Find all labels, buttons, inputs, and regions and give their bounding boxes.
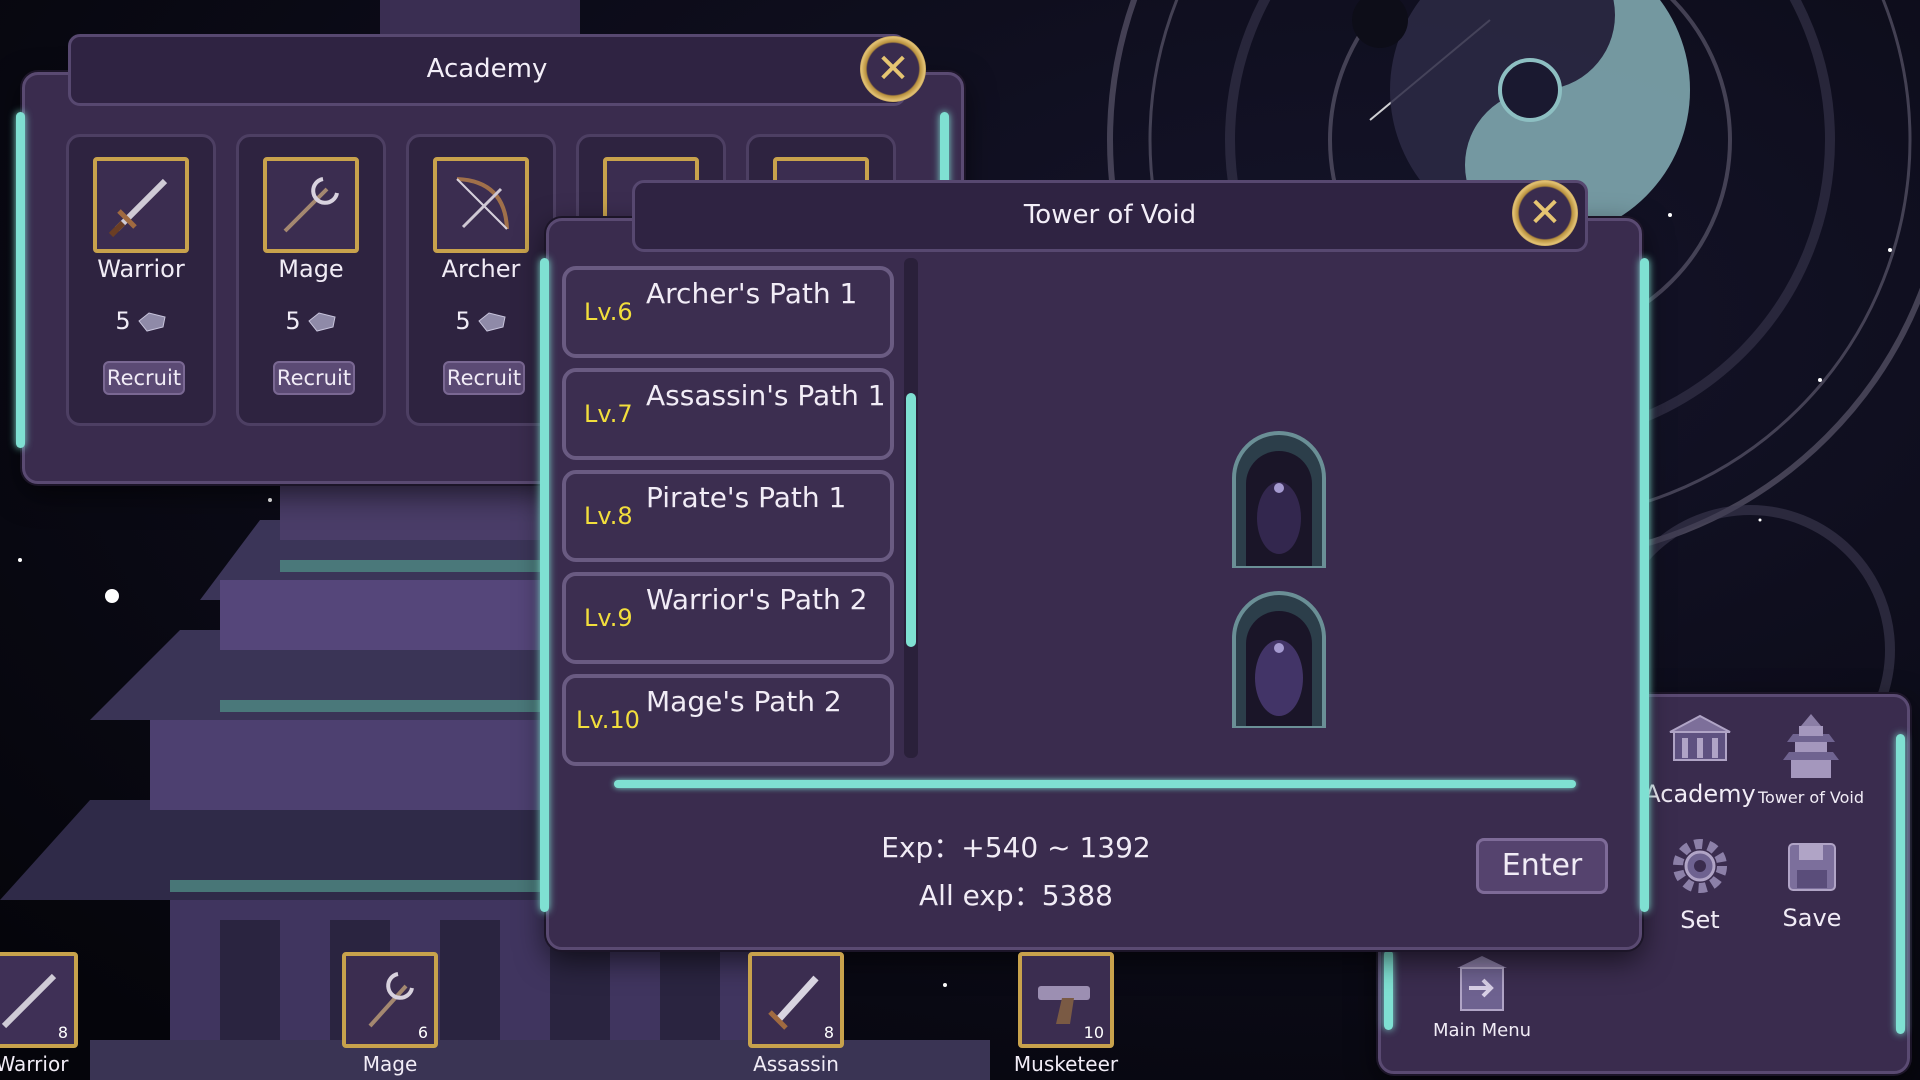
level-number: Lv.10 [576,706,640,734]
menu-item-save[interactable]: Save [1752,840,1872,932]
level-row-8[interactable]: Lv.8 Pirate's Path 1 [562,470,894,562]
class-name: Warrior [97,255,185,283]
academy-close-button[interactable]: ✕ [860,36,926,102]
tower-right-glow [1640,258,1649,912]
recruit-button[interactable]: Recruit [103,361,185,395]
unit-count: 10 [1083,1023,1104,1042]
class-cost: 5 [239,307,383,335]
exp-range: Exp：+540 ~ 1392 [881,831,1151,864]
tower-left-glow [540,258,549,912]
class-card-archer: Archer 5 Recruit [406,134,556,426]
tower-title: Tower of Void [632,180,1588,252]
menu-item-label: Save [1782,904,1842,932]
level-name: Mage's Path 2 [646,685,842,718]
tower-close-button[interactable]: ✕ [1512,180,1578,246]
class-portrait [433,157,529,253]
class-name: Mage [278,255,344,283]
academy-building-icon [1669,714,1731,761]
gear-icon [1673,839,1727,893]
void-portal-icon [1232,431,1326,568]
level-name: Archer's Path 1 [646,277,858,310]
party-label: Warrior [0,1052,69,1076]
level-list-scrollbar[interactable] [904,258,918,758]
recruit-button[interactable]: Recruit [273,361,355,395]
party-card-musketeer[interactable]: 10 [1018,952,1114,1048]
menu-item-label: Academy [1644,780,1756,808]
sword-icon [108,178,168,238]
level-number: Lv.8 [584,502,633,530]
party-label: Mage [362,1052,418,1076]
side-menu-right-glow [1896,734,1905,1034]
menu-item-tower-of-void[interactable]: Tower of Void [1756,712,1866,807]
level-name: Warrior's Path 2 [646,583,868,616]
level-row-10[interactable]: Lv.10 Mage's Path 2 [562,674,894,766]
menu-item-set[interactable]: Set [1640,834,1760,934]
level-name: Assassin's Path 1 [646,379,886,412]
level-number: Lv.7 [584,400,633,428]
level-row-6[interactable]: Lv.6 Archer's Path 1 [562,266,894,358]
class-portrait [263,157,359,253]
menu-item-academy[interactable]: Academy [1640,712,1760,808]
gem-currency-icon [307,312,336,332]
unit-count: 8 [823,1023,834,1042]
side-menu-left-glow [1384,950,1393,1030]
menu-item-label: Main Menu [1432,1020,1532,1041]
party-label: Musketeer [1013,1052,1119,1076]
unit-count: 6 [417,1023,428,1042]
party-card-assassin[interactable]: 8 [748,952,844,1048]
academy-title: Academy [68,34,906,106]
level-name: Pirate's Path 1 [646,481,847,514]
pagoda-icon [1783,714,1839,778]
void-portal-icon [1232,591,1326,728]
party-card-warrior-b[interactable]: 8 [0,952,78,1048]
class-cost: 5 [69,307,213,335]
level-row-9[interactable]: Lv.9 Warrior's Path 2 [562,572,894,664]
menu-item-main-menu[interactable]: Main Menu [1420,954,1544,1041]
panel-divider [614,780,1576,788]
unit-count: 8 [57,1023,68,1042]
level-row-7[interactable]: Lv.7 Assassin's Path 1 [562,368,894,460]
menu-item-label: Tower of Void [1757,788,1865,807]
class-portrait [93,157,189,253]
floppy-disk-icon [1788,843,1836,891]
academy-left-glow [16,112,25,448]
staff-icon [283,177,339,233]
gem-currency-icon [137,312,166,332]
recruit-button[interactable]: Recruit [443,361,525,395]
level-number: Lv.6 [584,298,633,326]
class-name: Archer [441,255,521,283]
close-icon: ✕ [1528,190,1562,236]
menu-item-label: Set [1680,906,1720,934]
bow-icon [456,177,509,230]
party-label: Assassin [753,1052,839,1076]
class-cost: 5 [409,307,553,335]
level-number: Lv.9 [584,604,633,632]
gem-currency-icon [477,312,506,332]
class-card-mage: Mage 5 Recruit [236,134,386,426]
scrollbar-thumb[interactable] [906,393,916,647]
all-exp: All exp：5388 [919,879,1113,912]
exit-door-icon [1457,956,1507,1011]
party-card-mage[interactable]: 6 [342,952,438,1048]
enter-button[interactable]: Enter [1476,838,1608,894]
close-icon: ✕ [876,46,910,92]
class-card-warrior: Warrior 5 Recruit [66,134,216,426]
